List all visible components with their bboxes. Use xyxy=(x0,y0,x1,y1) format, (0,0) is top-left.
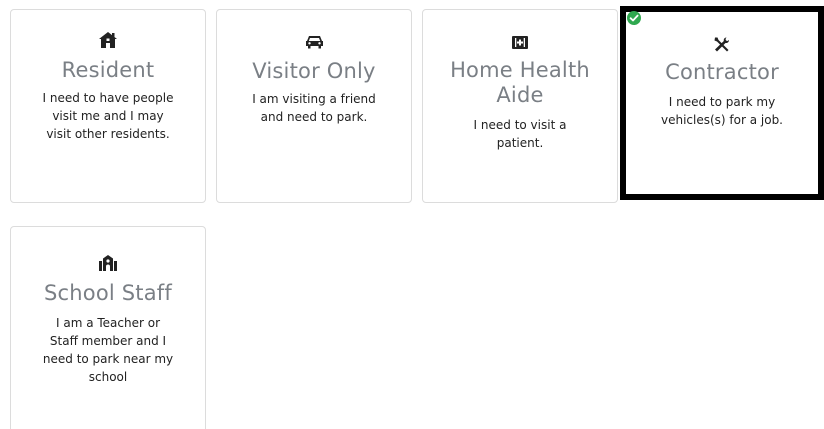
card-description-line: I need to visit a xyxy=(473,118,567,132)
card-description-line: need to park near my xyxy=(42,352,174,366)
card-description-line: I need to have people xyxy=(42,91,174,105)
card-title-line: Home Health xyxy=(450,58,590,82)
check-circle-icon xyxy=(627,11,641,25)
card-description-line: visit me and I may xyxy=(52,109,164,123)
card-school-staff[interactable]: School Staff I am a Teacher or Staff mem… xyxy=(10,226,206,429)
card-resident[interactable]: Resident I need to have people visit me … xyxy=(10,9,206,203)
card-visitor-only[interactable]: Visitor Only I am visiting a friend and … xyxy=(216,9,412,203)
house-icon xyxy=(11,32,205,52)
card-description-line: and need to park. xyxy=(260,110,368,124)
school-icon xyxy=(11,254,205,275)
card-description-line: visit other residents. xyxy=(46,127,170,141)
tools-icon xyxy=(626,37,818,57)
card-description-line: I need to park my xyxy=(668,95,776,109)
card-description-line: Staff member and I xyxy=(49,334,167,348)
card-title: Resident xyxy=(61,58,155,82)
card-description-line: I am visiting a friend xyxy=(252,92,376,106)
card-description-line: vehicles(s) for a job. xyxy=(660,113,783,127)
car-icon xyxy=(217,34,411,53)
card-home-health-aide[interactable]: Home Health Aide I need to visit a patie… xyxy=(422,9,618,203)
role-selection-grid: Resident I need to have people visit me … xyxy=(0,0,824,429)
card-title-line: Aide xyxy=(496,83,544,107)
card-description-line: school xyxy=(88,370,128,384)
medkit-icon xyxy=(423,34,617,53)
card-title: Visitor Only xyxy=(252,59,376,83)
card-description-line: patient. xyxy=(496,136,544,150)
card-contractor[interactable]: Contractor I need to park my vehicles(s)… xyxy=(620,6,824,200)
card-description-line: I am a Teacher or xyxy=(55,316,160,330)
card-title: School Staff xyxy=(43,281,172,305)
card-title: Contractor xyxy=(665,60,779,84)
